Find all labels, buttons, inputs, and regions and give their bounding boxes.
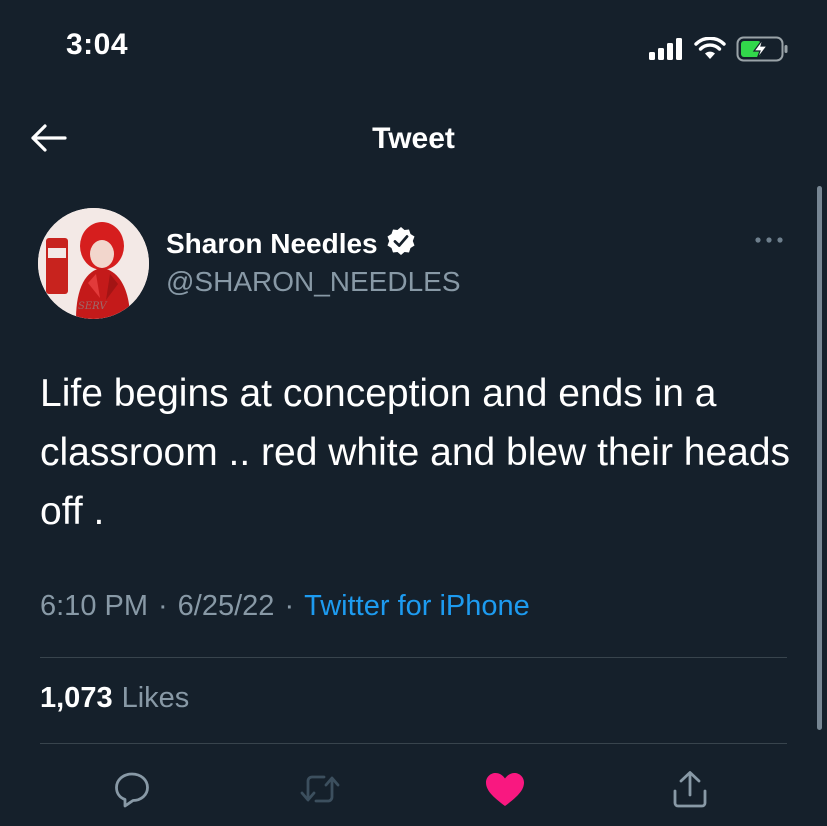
divider-bottom [40, 743, 787, 744]
battery-charging-icon [736, 36, 790, 67]
retweet-button[interactable] [295, 766, 345, 816]
more-options-button[interactable] [746, 226, 792, 254]
verified-badge-icon [386, 226, 416, 261]
reply-button[interactable] [107, 766, 157, 816]
tweet-text: Life begins at conception and ends in a … [40, 372, 791, 533]
heart-filled-icon [483, 769, 527, 814]
likes-count: 1,073 [40, 682, 113, 714]
page-title: Tweet [372, 122, 455, 155]
tweet-time: 6:10 PM [40, 590, 148, 622]
tweet-source-link[interactable]: Twitter for iPhone [304, 590, 530, 623]
tweet-date: 6/25/22 [177, 590, 275, 622]
meta-separator: · [158, 590, 168, 622]
avatar[interactable]: SERV [38, 208, 149, 319]
share-icon [670, 769, 710, 814]
reply-icon [112, 769, 152, 814]
author-display-name[interactable]: Sharon Needles [166, 228, 378, 260]
cellular-signal-icon [648, 38, 684, 65]
divider-top [40, 657, 787, 658]
like-button[interactable] [480, 766, 530, 816]
likes-label: Likes [121, 682, 190, 714]
meta-separator-2: · [284, 590, 295, 622]
more-dots-icon [754, 231, 784, 249]
author-handle[interactable]: @SHARON_NEEDLES [166, 266, 461, 298]
status-icons [648, 36, 790, 67]
scroll-indicator[interactable] [817, 186, 822, 730]
retweet-icon [298, 769, 342, 814]
likes-row[interactable]: 1,073 Likes [40, 682, 189, 715]
tweet-meta: 6:10 PM · 6/25/22 · Twitter for iPhone [40, 590, 530, 623]
wifi-icon [694, 36, 726, 66]
status-time: 3:04 [66, 28, 129, 61]
share-button[interactable] [665, 766, 715, 816]
avatar-caption: SERV [78, 301, 107, 312]
author-name-row[interactable]: Sharon Needles [166, 226, 416, 261]
